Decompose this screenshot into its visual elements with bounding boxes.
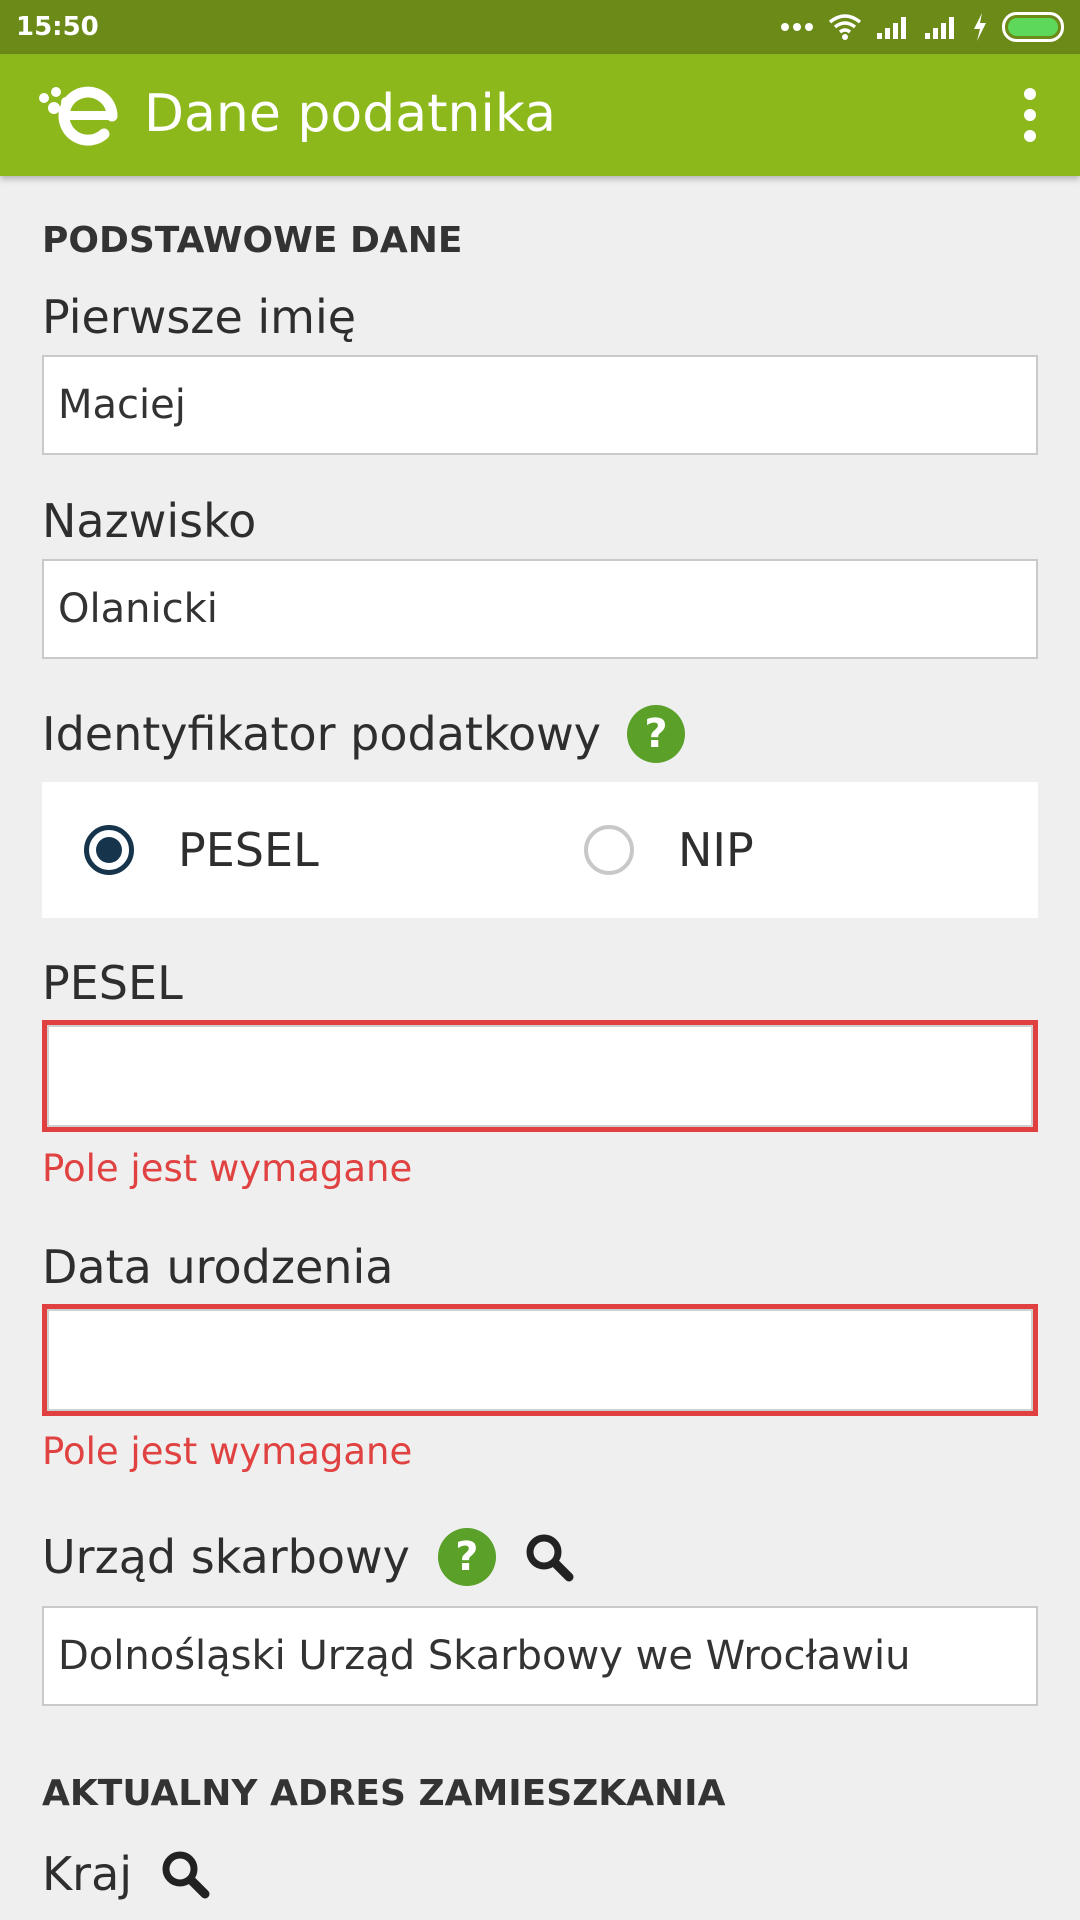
status-bar: 15:50 xyxy=(0,0,1080,54)
battery-icon xyxy=(1002,12,1064,42)
radio-option-pesel[interactable]: PESEL xyxy=(84,782,319,918)
pesel-label: PESEL xyxy=(42,956,183,1010)
more-dots-icon xyxy=(781,23,813,31)
section-header-basic: PODSTAWOWE DANE xyxy=(42,220,463,261)
app-bar: Dane podatnika xyxy=(0,54,1080,176)
signal-icon xyxy=(877,17,906,39)
status-icons xyxy=(780,10,1068,44)
pesel-error: Pole jest wymagane xyxy=(42,1147,413,1190)
tax-id-radio-group: PESEL NIP xyxy=(42,782,1038,918)
radio-option-nip[interactable]: NIP xyxy=(584,782,754,918)
search-icon[interactable] xyxy=(524,1532,574,1582)
signal-icon-2 xyxy=(925,17,954,39)
radio-unchecked-icon[interactable] xyxy=(584,825,634,875)
tax-id-row: Identyfikator podatkowy ? xyxy=(42,704,685,764)
first-name-field[interactable]: Maciej xyxy=(42,355,1038,455)
help-icon[interactable]: ? xyxy=(626,705,685,763)
section-header-address: AKTUALNY ADRES ZAMIESZKANIA xyxy=(42,1773,726,1814)
wifi-icon xyxy=(828,14,862,40)
tax-office-row: Urząd skarbowy ? xyxy=(42,1527,574,1587)
pesel-field[interactable] xyxy=(42,1020,1038,1132)
radio-label-nip: NIP xyxy=(678,823,754,877)
overflow-menu-icon[interactable] xyxy=(1010,84,1050,146)
charging-icon xyxy=(974,13,986,41)
country-row: Kraj xyxy=(42,1844,210,1904)
radio-label-pesel: PESEL xyxy=(178,823,319,877)
country-label: Kraj xyxy=(42,1847,133,1901)
birth-date-label: Data urodzenia xyxy=(42,1240,394,1294)
search-icon[interactable] xyxy=(160,1849,210,1899)
birth-date-error: Pole jest wymagane xyxy=(42,1430,413,1473)
help-icon[interactable]: ? xyxy=(437,1528,496,1586)
last-name-label: Nazwisko xyxy=(42,494,257,548)
status-time: 15:50 xyxy=(16,12,99,42)
first-name-label: Pierwsze imię xyxy=(42,290,357,344)
page-title: Dane podatnika xyxy=(144,84,556,144)
birth-date-field[interactable] xyxy=(42,1304,1038,1416)
last-name-field[interactable]: Olanicki xyxy=(42,559,1038,659)
app-logo-icon xyxy=(39,86,118,146)
radio-checked-icon[interactable] xyxy=(84,825,134,875)
tax-office-label: Urząd skarbowy xyxy=(42,1530,410,1584)
tax-id-label: Identyfikator podatkowy xyxy=(42,707,601,761)
tax-office-field[interactable]: Dolnośląski Urząd Skarbowy we Wrocławiu xyxy=(42,1606,1038,1706)
